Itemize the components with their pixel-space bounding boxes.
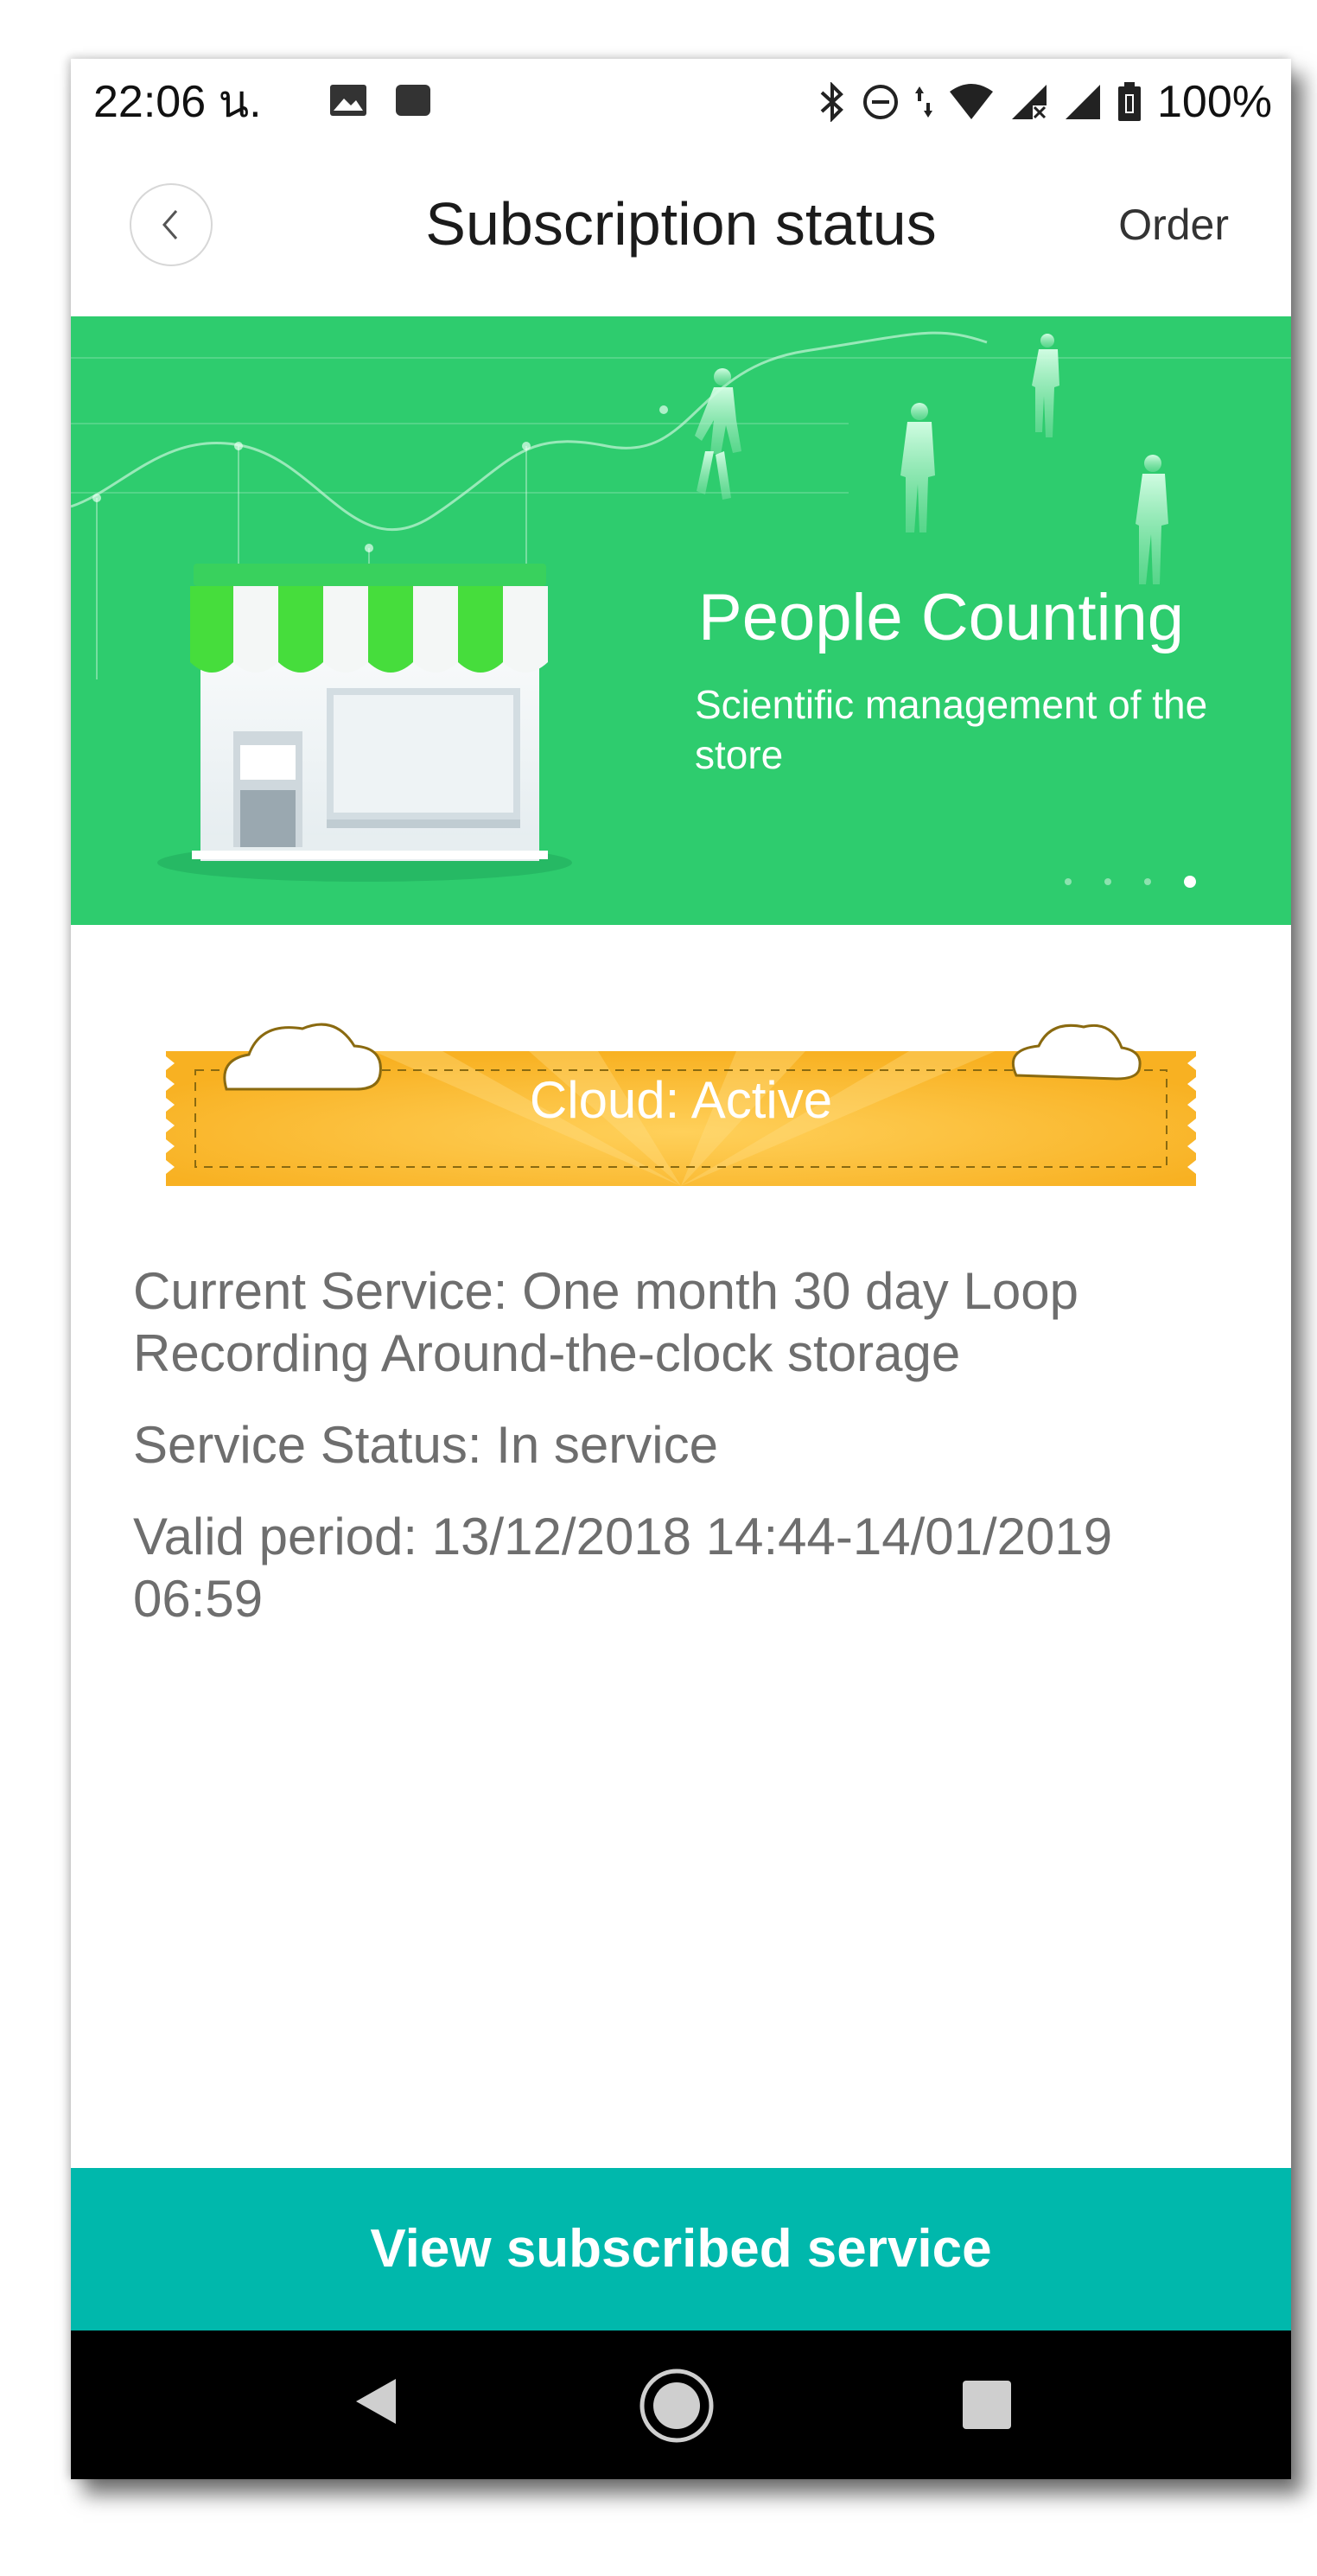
signal-icon xyxy=(1066,85,1100,119)
status-bar: 22:06 น. 100% xyxy=(71,59,1291,145)
cloud-status-ticket: Cloud: Active xyxy=(166,973,1196,1198)
home-circle-icon[interactable] xyxy=(638,2367,716,2445)
back-triangle-icon[interactable] xyxy=(351,2374,399,2429)
signal-icon xyxy=(1012,85,1047,119)
page: 22:06 น. 100% Subscription status Order … xyxy=(0,0,1317,2576)
phone-screen: 22:06 น. 100% Subscription status Order … xyxy=(71,59,1291,2479)
banner-subtitle: Scientific management of the store xyxy=(695,682,1208,777)
bluetooth-icon xyxy=(820,82,843,122)
promo-banner[interactable]: People Counting Scientific management of… xyxy=(71,316,1291,925)
cloud-status-label: Cloud: Active xyxy=(529,1071,833,1129)
service-status-text: Service Status: In service xyxy=(133,1416,718,1474)
status-icons: 100% xyxy=(818,76,1272,128)
image-icon xyxy=(330,85,366,116)
carousel-dot xyxy=(1144,878,1151,885)
status-time: 22:06 น. xyxy=(93,77,262,127)
battery-icon xyxy=(1118,82,1141,121)
do-not-disturb-icon xyxy=(863,85,898,119)
page-title: Subscription status xyxy=(425,190,937,258)
carousel-dot-active xyxy=(1184,876,1196,888)
carousel-dot xyxy=(1104,878,1111,885)
battery-percent: 100% xyxy=(1157,77,1272,127)
data-arrows-icon xyxy=(915,86,932,118)
banner-title: People Counting xyxy=(698,581,1184,654)
recents-square-icon[interactable] xyxy=(959,2377,1015,2433)
carousel-indicator xyxy=(1065,876,1196,888)
current-service-text: Current Service: One month 30 day Loop R… xyxy=(133,1262,1078,1382)
system-nav-bar xyxy=(71,2331,1291,2479)
view-subscribed-service-button[interactable]: View subscribed service xyxy=(71,2168,1291,2331)
carousel-dot xyxy=(1065,878,1072,885)
app-icon xyxy=(396,85,430,116)
valid-period-text: Valid period: 13/12/2018 14:44-14/01/201… xyxy=(133,1508,1113,1628)
app-header: Subscription status Order xyxy=(71,145,1291,316)
service-info: Current Service: One month 30 day Loop R… xyxy=(133,1260,1239,1660)
wifi-icon xyxy=(950,84,993,119)
order-button[interactable]: Order xyxy=(1118,199,1229,251)
